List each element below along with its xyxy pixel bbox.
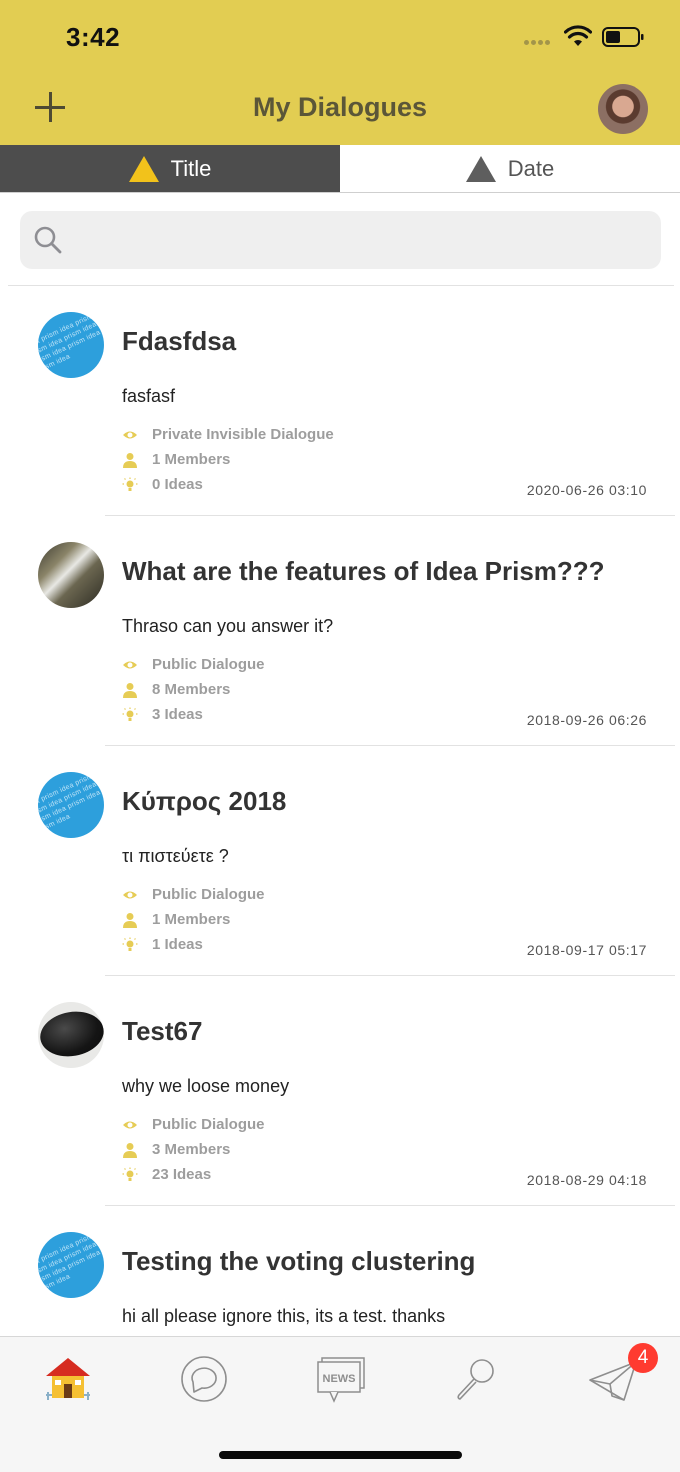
header: 3:42 My Dialogues: [0, 0, 680, 145]
dialogue-item[interactable]: idea prism idea prism idea prism idea pr…: [0, 746, 680, 976]
sort-triangle-icon: [128, 155, 159, 182]
mouse-photo: [38, 1006, 104, 1062]
dialogue-title: What are the features of Idea Prism???: [122, 556, 605, 586]
wifi-icon: [564, 25, 592, 46]
visibility-row: Public Dialogue: [122, 886, 265, 903]
members-row: 3 Members: [122, 1141, 230, 1158]
members-row: 1 Members: [122, 451, 230, 468]
members-count: 3 Members: [152, 1141, 231, 1158]
dialogue-avatar: [38, 542, 104, 608]
lightbulb-icon: [122, 937, 138, 951]
dialogue-avatar: idea prism idea prism idea prism idea pr…: [38, 312, 104, 378]
eye-icon: [123, 1121, 137, 1128]
members-count: 1 Members: [152, 451, 231, 468]
eye-icon: [123, 661, 137, 668]
ideas-count: 23 Ideas: [152, 1166, 212, 1183]
speech-bubble-icon: [181, 1356, 227, 1402]
ideas-count: 1 Ideas: [152, 936, 203, 953]
tab-news[interactable]: NEWS: [310, 1351, 370, 1407]
dialogue-description: why we loose money: [122, 1076, 290, 1096]
dialogue-title: Κύπρος 2018: [122, 786, 287, 816]
tab-dialogues[interactable]: [174, 1351, 234, 1407]
dialogue-date: 2018-09-17 05:17: [526, 942, 647, 958]
tab-sort-date[interactable]: Date: [340, 145, 680, 192]
tab-label: Date: [507, 155, 555, 181]
dialogue-avatar: [38, 1002, 104, 1068]
ideas-row: 3 Ideas: [122, 706, 203, 723]
notification-badge: 4: [628, 1343, 658, 1373]
dialogue-item[interactable]: Test67 why we loose money Public Dialogu…: [0, 976, 680, 1206]
visibility-row: Public Dialogue: [122, 656, 265, 673]
profile-avatar[interactable]: [598, 84, 648, 134]
person-icon: [123, 1142, 137, 1158]
search-input[interactable]: [74, 211, 644, 269]
cellular-signal-icon: [524, 40, 554, 46]
tab-label: Title: [170, 155, 212, 181]
dialogue-avatar: idea prism idea prism idea prism idea pr…: [38, 772, 104, 838]
visibility-label: Private Invisible Dialogue: [152, 426, 334, 443]
lightbulb-icon: [122, 477, 138, 491]
ideas-row: 1 Ideas: [122, 936, 203, 953]
person-icon: [123, 452, 137, 468]
dialogue-description: fasfasf: [122, 386, 176, 406]
lightbulb-icon: [122, 707, 138, 721]
members-row: 1 Members: [122, 911, 230, 928]
sort-tabs: Title Date: [0, 145, 680, 193]
dialogue-title: Test67: [122, 1016, 203, 1046]
dialogue-title: Testing the voting clustering: [122, 1246, 476, 1276]
person-icon: [123, 912, 137, 928]
dialogue-avatar: idea prism idea prism idea prism idea pr…: [38, 1232, 104, 1298]
visibility-label: Public Dialogue: [152, 886, 265, 903]
dialogue-date: 2020-06-26 03:10: [526, 482, 647, 498]
person-icon: [123, 682, 137, 698]
search-icon: [34, 226, 62, 254]
ideas-row: 0 Ideas: [122, 476, 203, 493]
ideas-count: 3 Ideas: [152, 706, 203, 723]
dialogue-item[interactable]: What are the features of Idea Prism??? T…: [0, 516, 680, 746]
members-count: 1 Members: [152, 911, 231, 928]
dialogue-description: Thraso can you answer it?: [122, 616, 334, 636]
members-count: 8 Members: [152, 681, 231, 698]
visibility-label: Public Dialogue: [152, 656, 265, 673]
lightbulb-icon: [122, 1167, 138, 1181]
sort-triangle-icon: [465, 155, 496, 182]
eye-icon: [123, 431, 137, 438]
dialogue-date: 2018-08-29 04:18: [526, 1172, 647, 1188]
search-bar: [20, 211, 661, 269]
status-time: 3:42: [66, 22, 121, 52]
ideas-count: 0 Ideas: [152, 476, 203, 493]
dialogue-item[interactable]: idea prism idea prism idea prism idea pr…: [0, 286, 680, 516]
visibility-label: Public Dialogue: [152, 1116, 265, 1133]
dialogue-title: Fdasfdsa: [122, 326, 237, 356]
magnifier-icon: [457, 1359, 494, 1400]
ideas-row: 23 Ideas: [122, 1166, 211, 1183]
tab-home[interactable]: [38, 1351, 98, 1407]
dialogue-list: idea prism idea prism idea prism idea pr…: [0, 286, 680, 1336]
dialogue-description: τι πιστεύετε ?: [122, 846, 229, 866]
tab-search[interactable]: [446, 1351, 506, 1407]
house-icon: [46, 1358, 90, 1400]
dialogue-description: hi all please ignore this, its a test. t…: [122, 1306, 446, 1326]
page-title: My Dialogues: [252, 92, 428, 122]
screen: 3:42 My Dialogues Title Date idea prism …: [0, 0, 680, 1472]
visibility-row: Public Dialogue: [122, 1116, 265, 1133]
dialogue-date: 2018-09-26 06:26: [526, 712, 647, 728]
news-icon-label: NEWS: [323, 1373, 356, 1385]
home-indicator[interactable]: [219, 1451, 462, 1459]
battery-icon: [602, 27, 644, 47]
members-row: 8 Members: [122, 681, 230, 698]
prism-logo-text: idea prism idea prism idea prism idea pr…: [38, 772, 104, 835]
prism-logo-text: idea prism idea prism idea prism idea pr…: [38, 312, 104, 375]
tab-sort-title[interactable]: Title: [0, 145, 340, 192]
eye-icon: [123, 891, 137, 898]
prism-logo-text: idea prism idea prism idea prism idea pr…: [38, 1232, 104, 1295]
news-icon: NEWS: [317, 1357, 365, 1403]
visibility-row: Private Invisible Dialogue: [122, 426, 334, 443]
dialogue-item[interactable]: idea prism idea prism idea prism idea pr…: [0, 1206, 680, 1336]
